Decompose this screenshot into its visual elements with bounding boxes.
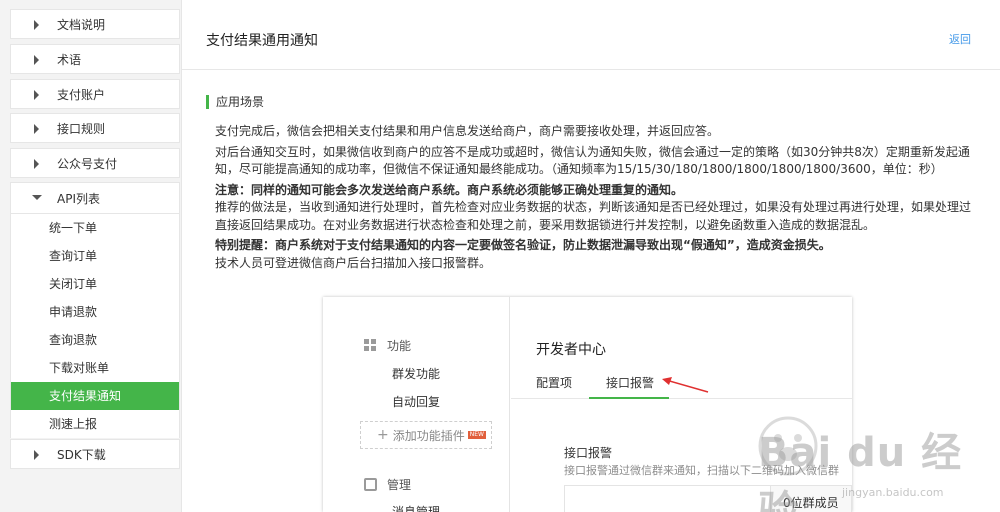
back-link[interactable]: 返回 [949, 31, 971, 47]
section-title: 应用场景 [206, 95, 264, 109]
sub-item-refund[interactable]: 申请退款 [11, 298, 179, 326]
triangle-right-icon [34, 20, 39, 30]
page-title: 支付结果通用通知 [206, 33, 318, 49]
triangle-right-icon [34, 55, 39, 65]
tab-config: 配置项 [536, 376, 573, 390]
sub-item-unified-order[interactable]: 统一下单 [11, 214, 179, 242]
tab-alarm: 接口报警 [606, 376, 655, 390]
sidebar-item-label: API列表 [57, 191, 100, 206]
sub-item-speed-report[interactable]: 测速上报 [11, 410, 179, 438]
paragraph: 推荐的做法是，当收到通知进行处理时，首先检查对应业务数据的状态，判断该通知是否已… [215, 200, 972, 232]
sidebar-item-mp-pay[interactable]: 公众号支付 [10, 148, 180, 178]
notice-paragraph: 注意：同样的通知可能会多次发送给商户系统。商户系统必须能够正确处理重复的通知。 [215, 182, 684, 197]
sidebar-item-sdk[interactable]: SDK下载 [10, 439, 180, 469]
page: 文档说明 术语 支付账户 接口规则 公众号支付 API列表 统一下单 查询订单 … [0, 0, 1000, 512]
main-header: 支付结果通用通知 返回 [182, 0, 1000, 70]
sidebar-item-label: 文档说明 [57, 17, 106, 32]
red-arrow-icon [662, 377, 709, 393]
sidebar-item-label: 支付账户 [57, 87, 106, 102]
triangle-down-icon [32, 195, 42, 200]
menu-group-label: 功能 [387, 339, 412, 353]
sub-item-pay-notify[interactable]: 支付结果通知 [11, 382, 179, 410]
qr-code-box [564, 485, 771, 512]
sidebar-item-terms[interactable]: 术语 [10, 44, 180, 74]
sidebar-item-label: 公众号支付 [57, 156, 118, 171]
api-sub-list: 统一下单 查询订单 关闭订单 申请退款 查询退款 下载对账单 支付结果通知 测速… [10, 214, 180, 438]
add-plugin-label: 添加功能插件 [392, 428, 465, 443]
new-badge: NEW [467, 431, 486, 439]
menu-group-features: 功能 [364, 337, 411, 354]
tab-divider [511, 398, 852, 399]
paragraph: 技术人员可登进微信商户后台扫描加入接口报警群。 [215, 255, 492, 270]
menu-group-manage: 管理 [364, 476, 411, 493]
triangle-right-icon [34, 124, 39, 134]
menu-item-auto-reply: 自动回复 [392, 395, 441, 409]
paragraph: 支付完成后，微信会把相关支付结果和用户信息发送给商户，商户需要接收处理，并返回应… [215, 124, 720, 138]
alarm-section-title: 接口报警 [564, 446, 613, 460]
content-body: 支付完成后，微信会把相关支付结果和用户信息发送给商户，商户需要接收处理，并返回应… [215, 123, 975, 275]
sidebar-item-api-list[interactable]: API列表 [10, 182, 180, 214]
triangle-right-icon [34, 450, 39, 460]
triangle-right-icon [34, 159, 39, 169]
menu-item-broadcast: 群发功能 [392, 367, 441, 381]
inbox-icon [364, 478, 377, 491]
watermark-url: jingyan.baidu.com [842, 486, 944, 499]
menu-item-messages: 消息管理 [392, 505, 441, 512]
sidebar-item-label: 接口规则 [57, 121, 106, 136]
triangle-right-icon [34, 90, 39, 100]
sidebar-item-rules[interactable]: 接口规则 [10, 113, 180, 143]
sidebar-item-label: SDK下载 [57, 447, 106, 462]
sidebar-item-account[interactable]: 支付账户 [10, 79, 180, 109]
sub-item-query-refund[interactable]: 查询退款 [11, 326, 179, 354]
grid-icon [364, 339, 377, 352]
paragraph: 对后台通知交互时，如果微信收到商户的应答不是成功或超时，微信认为通知失败，微信会… [215, 144, 970, 177]
sub-item-download-bill[interactable]: 下载对账单 [11, 354, 179, 382]
add-plugin-button: + 添加功能插件 NEW [360, 421, 492, 449]
sidebar-item-label: 术语 [57, 52, 82, 67]
sidebar-item-doc[interactable]: 文档说明 [10, 9, 180, 39]
tab-active-underline [589, 397, 669, 399]
sub-item-close-order[interactable]: 关闭订单 [11, 270, 179, 298]
menu-group-label: 管理 [387, 478, 412, 492]
dev-center-title: 开发者中心 [536, 342, 606, 358]
plus-icon: + [377, 427, 389, 443]
reminder-paragraph: 特别提醒：商户系统对于支付结果通知的内容一定要做签名验证，防止数据泄漏导致出现“… [215, 238, 831, 252]
sidebar: 文档说明 术语 支付账户 接口规则 公众号支付 API列表 统一下单 查询订单 … [0, 0, 191, 512]
screenshot-menu: 功能 群发功能 自动回复 + 添加功能插件 NEW 管理 消息管理 [340, 297, 510, 512]
sub-item-query-order[interactable]: 查询订单 [11, 242, 179, 270]
